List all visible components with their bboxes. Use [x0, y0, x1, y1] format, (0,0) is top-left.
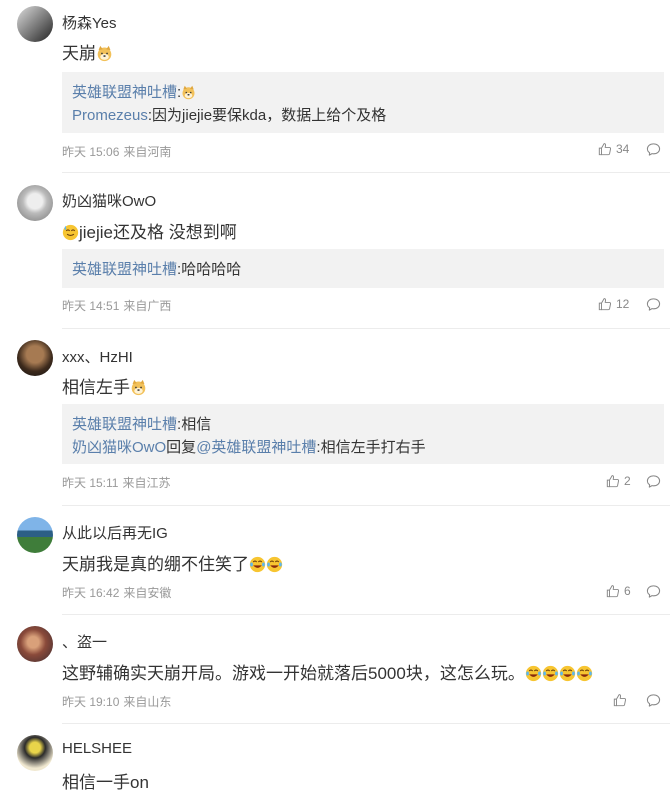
like-button[interactable]: 12: [598, 297, 629, 311]
timestamp: 昨天 15:11: [62, 476, 119, 490]
laugh-tears-emoji-icon: [559, 665, 576, 682]
comment-text: 天崩: [62, 39, 113, 64]
like-count: 34: [616, 142, 630, 156]
speech-bubble-icon: [646, 142, 661, 157]
location: 来自河南: [123, 145, 172, 159]
timestamp: 昨天 14:51: [62, 299, 120, 313]
avatar[interactable]: [17, 626, 53, 662]
username[interactable]: xxx、HzHI: [62, 346, 133, 367]
comment-text-body: 相信左手: [62, 378, 130, 397]
divider: [62, 172, 670, 173]
reply-button[interactable]: [646, 474, 661, 489]
comment-text-body: 天崩我是真的绷不住笑了: [62, 555, 249, 574]
comment-text-body: 天崩: [62, 44, 96, 63]
divider: [62, 723, 670, 724]
speech-bubble-icon: [646, 474, 661, 489]
comment-text-body: 相信一手on: [62, 773, 149, 792]
sweat-smile-emoji-icon: [62, 224, 79, 241]
reply-button[interactable]: [646, 297, 661, 312]
speech-bubble-icon: [646, 297, 661, 312]
username[interactable]: 奶凶猫咪OwO: [62, 190, 156, 211]
thumbs-up-icon: [606, 584, 620, 598]
like-button[interactable]: 2: [606, 474, 631, 488]
like-count: 6: [624, 584, 631, 598]
like-button[interactable]: 34: [598, 142, 629, 156]
laugh-tears-emoji-icon: [542, 665, 559, 682]
quote-author-link[interactable]: 英雄联盟神吐槽: [72, 261, 177, 278]
quote-text: 相信左手打右手: [320, 439, 426, 456]
divider: [62, 505, 670, 506]
speech-bubble-icon: [646, 584, 661, 599]
like-count: 2: [624, 474, 631, 488]
comment-text: 这野辅确实天崩开局。游戏一开始就落后5000块，这怎么玩。: [62, 659, 593, 684]
timestamp: 昨天 19:10: [62, 695, 120, 709]
laugh-tears-emoji-icon: [266, 556, 283, 573]
mention-link[interactable]: @英雄联盟神吐槽: [196, 439, 316, 456]
location: 来自山东: [123, 695, 172, 709]
comment-text-body: 这野辅确实天崩开局。游戏一开始就落后5000块，这怎么玩。: [62, 664, 525, 683]
location: 来自安徽: [123, 586, 172, 600]
comment-text-body: jiejie还及格 没想到啊: [79, 223, 237, 242]
reply-word: 回复: [166, 439, 197, 456]
reply-button[interactable]: [646, 142, 661, 157]
like-button[interactable]: [613, 693, 631, 707]
comment-meta: 昨天 16:42 来自安徽: [62, 584, 171, 601]
doge-emoji-icon: [181, 85, 196, 100]
like-count: 12: [616, 297, 630, 311]
timestamp: 昨天 16:42: [62, 586, 120, 600]
comment-meta: 昨天 19:10 来自山东: [62, 693, 171, 710]
thumbs-up-icon: [606, 474, 620, 488]
quote-author-link[interactable]: 英雄联盟神吐槽: [72, 416, 177, 433]
laugh-tears-emoji-icon: [525, 665, 542, 682]
quote-text: 哈哈哈哈: [181, 261, 242, 278]
comment-text: 天崩我是真的绷不住笑了: [62, 550, 283, 575]
doge-emoji-icon: [130, 379, 147, 396]
quote-text: 因为jiejie要保kda，数据上给个及格: [152, 107, 387, 124]
username[interactable]: HELSHEE: [62, 740, 132, 757]
speech-bubble-icon: [646, 693, 661, 708]
avatar[interactable]: [17, 340, 53, 376]
thumbs-up-icon: [598, 297, 612, 311]
avatar[interactable]: [17, 517, 53, 553]
thumbs-up-icon: [598, 142, 612, 156]
comment-meta: 昨天 15:06 来自河南: [62, 143, 171, 160]
comment-meta: 昨天 15:11 来自江苏: [62, 474, 171, 491]
comment-text: jiejie还及格 没想到啊: [62, 218, 237, 243]
reply-button[interactable]: [646, 693, 661, 708]
location: 来自广西: [123, 299, 172, 313]
divider: [62, 614, 670, 615]
like-button[interactable]: 6: [606, 584, 631, 598]
avatar[interactable]: [17, 6, 53, 42]
reply-button[interactable]: [646, 584, 661, 599]
quote-author-link[interactable]: 奶凶猫咪OwO: [72, 439, 166, 456]
quote-author-link[interactable]: 英雄联盟神吐槽: [72, 84, 177, 101]
quoted-reply-box[interactable]: 英雄联盟神吐槽:相信 奶凶猫咪OwO回复@英雄联盟神吐槽:相信左手打右手: [62, 404, 664, 464]
username[interactable]: 杨森Yes: [62, 12, 116, 33]
comment-meta: 昨天 14:51 来自广西: [62, 297, 171, 314]
doge-emoji-icon: [96, 45, 113, 62]
quoted-reply-box[interactable]: 英雄联盟神吐槽:哈哈哈哈: [62, 249, 664, 288]
username[interactable]: 从此以后再无IG: [62, 522, 168, 543]
timestamp: 昨天 15:06: [62, 145, 120, 159]
comment-text: 相信一手on: [62, 768, 149, 793]
quote-author-link[interactable]: Promezeus: [72, 107, 148, 124]
username[interactable]: 、盗一: [62, 631, 107, 652]
laugh-tears-emoji-icon: [576, 665, 593, 682]
location: 来自江苏: [122, 476, 171, 490]
avatar[interactable]: [17, 735, 53, 771]
avatar[interactable]: [17, 185, 53, 221]
divider: [62, 328, 670, 329]
quote-text: 相信: [181, 416, 212, 433]
comment-text: 相信左手: [62, 373, 147, 398]
quoted-reply-box[interactable]: 英雄联盟神吐槽: Promezeus:因为jiejie要保kda，数据上给个及格: [62, 72, 664, 133]
thumbs-up-icon: [613, 693, 627, 707]
laugh-tears-emoji-icon: [249, 556, 266, 573]
